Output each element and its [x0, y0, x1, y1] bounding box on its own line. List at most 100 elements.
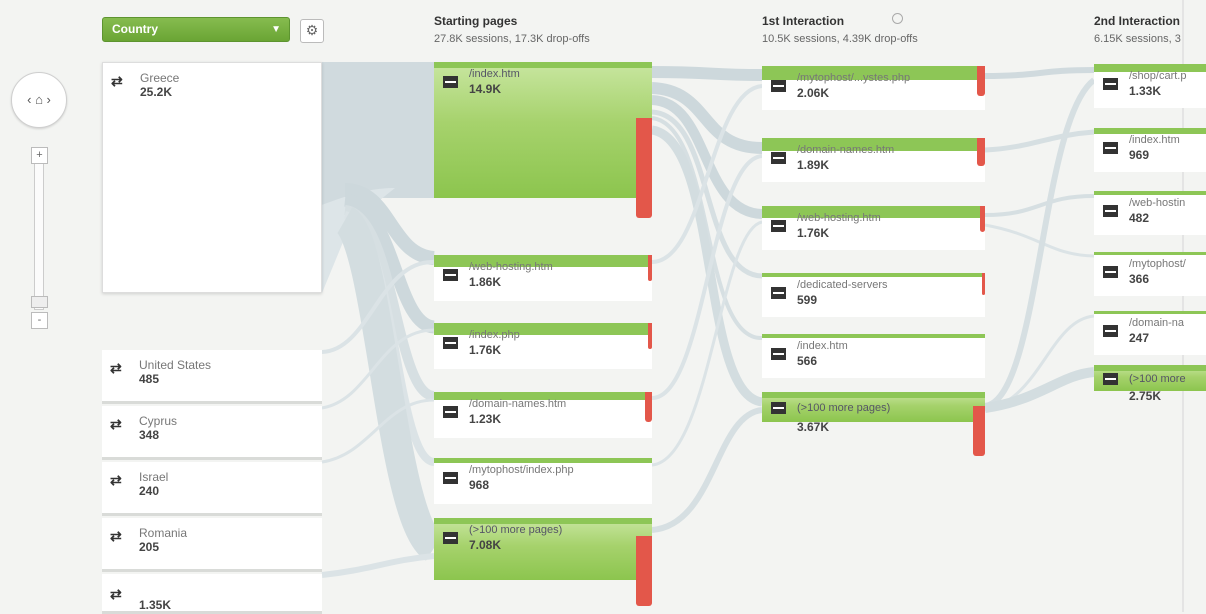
page-value: 2.06K — [797, 86, 830, 100]
country-node-greece[interactable]: ⇄ Greece 25.2K — [102, 62, 322, 293]
transfer-arrows-icon: ⇄ — [110, 528, 122, 544]
gear-icon[interactable]: ⚙ — [300, 19, 324, 43]
page-node[interactable]: /web-hosting.htm 1.76K — [762, 206, 985, 250]
page-node[interactable]: /mytophost/...ystes.php 2.06K — [762, 66, 985, 110]
country-name: Greece — [140, 71, 180, 85]
node-bar — [762, 392, 985, 398]
page-name: /index.htm — [797, 340, 848, 352]
chevron-down-icon: ▼ — [271, 24, 281, 35]
page-name: /domain-na — [1129, 317, 1185, 329]
node-bar — [434, 458, 652, 463]
page-node[interactable]: /web-hosting.htm 1.86K — [434, 255, 652, 301]
country-node-romania[interactable]: ⇄ Romania 205 — [102, 518, 322, 572]
page-node[interactable]: /mytophost/ 366 — [1094, 252, 1206, 296]
page-icon — [771, 80, 786, 92]
page-node[interactable]: /shop/cart.p 1.33K — [1094, 64, 1206, 108]
column-title-second: 2nd Interaction — [1094, 14, 1181, 28]
zoom-handle[interactable] — [31, 296, 48, 308]
country-value: 1.35K — [139, 598, 172, 612]
dimension-dropdown[interactable]: Country ▼ — [102, 17, 290, 42]
page-name: /mytophost/ — [1129, 258, 1186, 270]
page-icon — [1103, 266, 1118, 278]
country-value: 240 — [139, 484, 160, 498]
page-name: /domain-names.htm — [797, 144, 895, 156]
page-icon — [771, 287, 786, 299]
dimension-label: Country — [112, 22, 158, 36]
drop-off-bar[interactable] — [977, 138, 985, 166]
drop-off-bar[interactable] — [648, 255, 652, 281]
page-icon — [443, 269, 458, 281]
country-node-israel[interactable]: ⇄ Israel 240 — [102, 462, 322, 516]
transfer-arrows-icon: ⇄ — [110, 360, 122, 376]
node-bar — [1094, 191, 1206, 195]
page-name: /index.htm — [1129, 134, 1180, 146]
page-value: 1.86K — [469, 275, 502, 289]
page-name: /domain-names.htm — [469, 398, 567, 410]
country-name: Romania — [139, 526, 188, 540]
page-icon — [771, 348, 786, 360]
page-value: 968 — [469, 478, 490, 492]
node-bar — [1094, 252, 1206, 255]
column-subtitle-second: 6.15K sessions, 3 — [1094, 33, 1181, 45]
page-node[interactable]: /web-hostin 482 — [1094, 191, 1206, 235]
transfer-arrows-icon: ⇄ — [110, 472, 122, 488]
transfer-arrows-icon: ⇄ — [111, 73, 123, 89]
drop-off-bar[interactable] — [636, 536, 652, 606]
drop-off-bar[interactable] — [636, 118, 652, 218]
page-icon — [443, 532, 458, 544]
page-value: 2.75K — [1129, 389, 1162, 403]
page-icon — [443, 406, 458, 418]
page-value: 599 — [797, 293, 818, 307]
node-bar — [762, 334, 985, 338]
column-title-starting: Starting pages — [434, 14, 518, 28]
page-name: /index.htm — [469, 68, 520, 80]
page-node[interactable]: /index.php 1.76K — [434, 323, 652, 369]
drop-off-bar[interactable] — [980, 206, 985, 232]
page-node[interactable]: /index.htm 566 — [762, 334, 985, 378]
page-value: 969 — [1129, 148, 1150, 162]
page-value: 1.76K — [797, 226, 830, 240]
page-name: (>100 more pages) — [797, 402, 891, 414]
node-bar — [1094, 365, 1206, 371]
country-node-other[interactable]: ⇄ 1.35K — [102, 574, 322, 614]
page-value: 1.89K — [797, 158, 830, 172]
page-node[interactable]: /domain-na 247 — [1094, 311, 1206, 355]
page-value: 7.08K — [469, 538, 502, 552]
info-icon[interactable] — [892, 13, 903, 24]
page-icon — [443, 337, 458, 349]
page-node[interactable]: /index.htm 969 — [1094, 128, 1206, 172]
country-value: 205 — [139, 540, 160, 554]
drop-off-bar[interactable] — [982, 273, 985, 295]
page-icon — [1103, 325, 1118, 337]
country-node-cyprus[interactable]: ⇄ Cyprus 348 — [102, 406, 322, 460]
drop-off-bar[interactable] — [645, 392, 652, 422]
page-value: 247 — [1129, 331, 1150, 345]
page-node[interactable]: (>100 more 2.75K — [1094, 365, 1206, 403]
node-bar — [1094, 311, 1206, 314]
transfer-arrows-icon: ⇄ — [110, 416, 122, 432]
page-name: /web-hostin — [1129, 197, 1186, 209]
page-node[interactable]: (>100 more pages) 3.67K — [762, 392, 985, 456]
node-bar — [434, 323, 652, 335]
page-node[interactable]: /domain-names.htm 1.89K — [762, 138, 985, 182]
drop-off-bar[interactable] — [973, 406, 985, 456]
drop-off-bar[interactable] — [977, 66, 985, 96]
page-icon — [1103, 78, 1118, 90]
page-node[interactable]: /domain-names.htm 1.23K — [434, 392, 652, 438]
country-node-united-states[interactable]: ⇄ United States 485 — [102, 350, 322, 404]
page-node[interactable]: /dedicated-servers 599 — [762, 273, 985, 317]
page-node[interactable]: (>100 more pages) 7.08K — [434, 518, 652, 606]
zoom-in-button[interactable]: + — [31, 147, 48, 164]
country-name: Israel — [139, 470, 169, 484]
country-name: United States — [139, 358, 212, 372]
page-name: (>100 more — [1129, 373, 1186, 385]
page-node[interactable]: /index.htm 14.9K — [434, 62, 652, 218]
zoom-out-button[interactable]: - — [31, 312, 48, 329]
home-pan-control[interactable]: ‹ ⌂ › — [11, 72, 67, 128]
page-name: /web-hosting.htm — [797, 212, 881, 224]
node-bar — [434, 62, 652, 68]
zoom-slider[interactable] — [34, 160, 44, 310]
drop-off-bar[interactable] — [648, 323, 652, 349]
page-node[interactable]: /mytophost/index.php 968 — [434, 458, 652, 504]
page-icon — [771, 220, 786, 232]
